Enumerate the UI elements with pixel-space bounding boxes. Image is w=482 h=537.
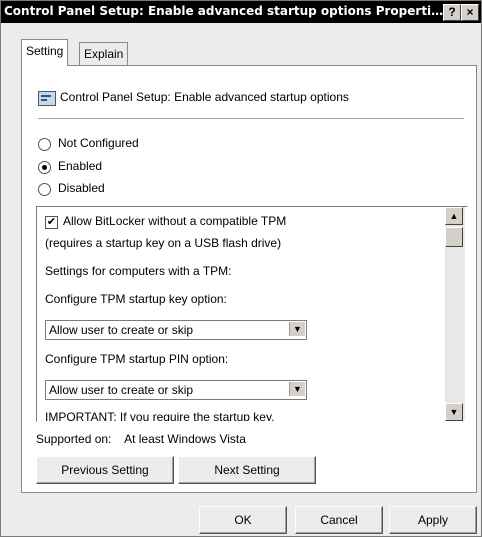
close-button[interactable]: × [461, 4, 479, 21]
setting-panel: Control Panel Setup: Enable advanced sta… [21, 65, 477, 493]
properties-window: Control Panel Setup: Enable advanced sta… [0, 0, 482, 537]
options-box: ✔ Allow BitLocker without a compatible T… [36, 206, 468, 422]
help-button[interactable]: ? [443, 4, 461, 21]
previous-setting-button[interactable]: Previous Setting [36, 456, 174, 484]
tpm-key-select[interactable]: Allow user to create or skip ▼ [45, 320, 307, 340]
tab-explain[interactable]: Explain [79, 42, 129, 65]
tpm-settings-heading: Settings for computers with a TPM: [45, 264, 232, 278]
radio-label: Enabled [58, 159, 103, 173]
tpm-pin-value: Allow user to create or skip [49, 383, 194, 397]
next-setting-button[interactable]: Next Setting [178, 456, 316, 484]
radio-button[interactable] [38, 183, 51, 196]
supported-on: Supported on: At least Windows Vista [36, 432, 246, 446]
supported-on-label: Supported on: [36, 432, 112, 446]
tpm-pin-label: Configure TPM startup PIN option: [45, 352, 229, 366]
tpm-key-label: Configure TPM startup key option: [45, 292, 227, 306]
cancel-button[interactable]: Cancel [295, 506, 383, 534]
tab-setting[interactable]: Setting [21, 39, 69, 66]
dropdown-arrow-icon[interactable]: ▼ [289, 382, 305, 396]
policy-setting-icon [38, 91, 56, 106]
scroll-up-icon[interactable]: ▲ [445, 207, 463, 225]
window-title: Control Panel Setup: Enable advanced sta… [4, 4, 444, 18]
supported-on-value: At least Windows Vista [124, 432, 246, 446]
startup-key-note: (requires a startup key on a USB flash d… [45, 236, 282, 250]
allow-bitlocker-label: Allow BitLocker without a compatible TPM [63, 214, 287, 228]
allow-bitlocker-checkbox[interactable]: ✔ [45, 216, 58, 229]
radio-button[interactable] [38, 161, 51, 174]
ok-button[interactable]: OK [199, 506, 287, 534]
important-text: IMPORTANT: If you require the startup ke… [45, 410, 275, 422]
radio-label: Disabled [58, 181, 105, 195]
apply-button[interactable]: Apply [389, 506, 477, 534]
options-scrollbar[interactable]: ▲ ▼ [445, 207, 465, 421]
radio-button[interactable] [38, 138, 51, 151]
dropdown-arrow-icon[interactable]: ▼ [289, 322, 305, 336]
title-bar[interactable]: Control Panel Setup: Enable advanced sta… [1, 1, 481, 23]
divider [38, 118, 464, 119]
policy-title: Control Panel Setup: Enable advanced sta… [60, 90, 349, 104]
scroll-thumb[interactable] [445, 227, 463, 247]
tpm-pin-select[interactable]: Allow user to create or skip ▼ [45, 380, 307, 400]
tpm-key-value: Allow user to create or skip [49, 323, 194, 337]
scroll-down-icon[interactable]: ▼ [445, 403, 463, 421]
radio-label: Not Configured [58, 136, 139, 150]
checkmark-icon: ✔ [46, 216, 57, 228]
